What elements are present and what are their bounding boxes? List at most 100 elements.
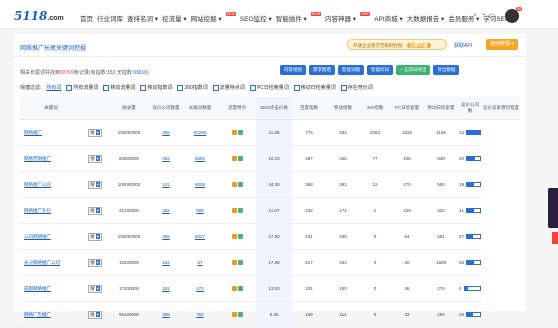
filter-option[interactable]: PC日检索量词 xyxy=(249,84,289,91)
action-button[interactable]: + 五四词导出 xyxy=(396,65,431,75)
checkbox-icon[interactable] xyxy=(140,84,147,91)
bid-company-link[interactable]: 385 xyxy=(150,119,182,146)
filter-option[interactable]: 存在竞价词 xyxy=(340,84,373,91)
engine-select[interactable]: 搜 ▾ xyxy=(88,206,102,215)
checkbox-icon[interactable] xyxy=(249,84,256,91)
column-header[interactable] xyxy=(82,97,108,120)
keyword-link[interactable]: 成都网络推广 xyxy=(20,275,82,302)
tutorial-button[interactable]: 使用教程 ▾ xyxy=(486,39,518,50)
action-button[interactable]: 智能问词 xyxy=(367,65,393,75)
mobile-index: 634 xyxy=(326,119,360,146)
engine-select[interactable]: 搜 ▾ xyxy=(88,310,102,319)
nav-item[interactable]: 内容神器 ▾NEW xyxy=(325,12,371,23)
column-header[interactable]: 长尾词数量 xyxy=(182,97,218,120)
longtail-count-link[interactable]: 6552 xyxy=(182,145,218,172)
engine-select[interactable]: 搜 ▾ xyxy=(88,232,102,241)
column-header[interactable]: 竞价公司数量 xyxy=(150,97,182,120)
traffic-tag-icon xyxy=(231,155,237,161)
index-360: 0 xyxy=(360,275,390,302)
keyword-link[interactable]: 网络广告推广 xyxy=(20,301,82,328)
side-floating-widget[interactable] xyxy=(548,188,558,228)
nav-item[interactable]: 首页 xyxy=(80,13,93,23)
column-header[interactable]: 竞价公司数 xyxy=(458,97,482,120)
bid-company-link[interactable]: 352 xyxy=(150,145,182,172)
column-header[interactable]: 360指数 xyxy=(360,97,390,120)
checkbox-icon[interactable] xyxy=(340,84,347,91)
sem-price: 11.68 xyxy=(256,119,292,146)
nav-item[interactable]: SEO监控 ▾ xyxy=(240,13,272,23)
hot-badge: NEW xyxy=(310,12,321,16)
site-logo[interactable]: 5118.com xyxy=(14,9,64,23)
get-api-link[interactable]: 获取API xyxy=(454,42,472,49)
keyword-link[interactable]: 网络推广公司 xyxy=(20,171,82,198)
filter-all-words[interactable]: 所有词 xyxy=(46,84,61,91)
bid-company-link[interactable]: 362 xyxy=(150,197,182,224)
index-360: 0 xyxy=(360,301,390,328)
filter-option[interactable]: 流量特点词 xyxy=(212,84,245,91)
nav-item[interactable]: 网站挖掘 ▾NEW xyxy=(191,12,236,23)
nav-item[interactable]: 智能插件 ▾NEW xyxy=(276,12,321,23)
filter-option[interactable]: 所有流量词 xyxy=(66,84,98,91)
keyword-link[interactable]: 网络推广外包 xyxy=(20,197,82,224)
longtail-count-link[interactable]: 93290 xyxy=(182,119,218,146)
filter-option[interactable]: 移动指数词 xyxy=(140,84,172,91)
checkbox-icon[interactable] xyxy=(66,84,73,91)
column-header[interactable]: 移动指数 xyxy=(326,97,360,120)
engine-select[interactable]: 搜 ▾ xyxy=(88,128,102,137)
nav-item[interactable]: 挖流量 ▾ xyxy=(162,13,187,23)
column-header[interactable]: PC日检索量 xyxy=(390,97,424,120)
keyword-link[interactable]: 长沙网络推广公司 xyxy=(20,249,82,276)
column-header[interactable]: 移动日检索量 xyxy=(424,97,458,120)
longtail-count-link[interactable]: 6008 xyxy=(182,171,218,198)
engine-select[interactable]: 搜 ▾ xyxy=(88,284,102,293)
nav-item[interactable]: 大数据报告 ▾ xyxy=(407,13,445,23)
history-icon[interactable]: ◔ xyxy=(481,12,485,20)
filter-option[interactable]: 移动日检索量词 xyxy=(293,84,336,91)
action-button[interactable]: 导出数据 xyxy=(433,65,460,75)
action-button[interactable]: 需求图谱 xyxy=(309,65,335,75)
bid-company-link[interactable]: 388 xyxy=(150,301,182,328)
nav-item[interactable]: 行业词库 xyxy=(97,13,123,23)
engine-select[interactable]: 搜 ▾ xyxy=(88,180,102,189)
keyword-link[interactable]: 公司网络推广 xyxy=(20,223,82,250)
competition-bar-fill xyxy=(467,235,474,238)
longtail-count-link[interactable]: 8027 xyxy=(182,223,218,250)
column-header[interactable]: 竞价竞争激烈程度 xyxy=(482,97,520,120)
bid-company-link[interactable]: 365 xyxy=(150,223,182,250)
index-360: 77 xyxy=(360,145,390,172)
upgrade-button[interactable]: 立即开通 xyxy=(406,43,431,48)
action-button[interactable]: 内容规划 xyxy=(280,65,306,75)
bid-company-link[interactable]: 162 xyxy=(150,275,182,302)
longtail-count-link[interactable]: 896 xyxy=(182,197,218,224)
engine-select[interactable]: 搜 ▾ xyxy=(88,154,102,163)
checkbox-icon[interactable] xyxy=(103,84,110,91)
nav-item[interactable]: API商城 ▾ xyxy=(374,13,403,23)
action-button[interactable]: 智能词图 xyxy=(338,65,364,75)
keyword-link[interactable]: 网络营销推广 xyxy=(20,145,82,172)
column-header[interactable]: 百度指数 xyxy=(292,97,326,120)
keyword-link[interactable]: 网络推广 xyxy=(20,119,82,146)
longtail-count-link[interactable]: 782 xyxy=(182,301,218,328)
traffic-tag-icon xyxy=(237,233,243,239)
filter-option[interactable]: 360指数词 xyxy=(177,84,208,91)
column-header[interactable]: 收录量 xyxy=(108,97,150,120)
column-header[interactable]: 关键词 xyxy=(20,97,82,120)
longtail-count-link[interactable]: 473 xyxy=(182,275,218,302)
engine-select[interactable]: 搜 ▾ xyxy=(88,258,102,267)
chevron-down-icon: ▾ xyxy=(95,285,100,291)
checkbox-icon[interactable] xyxy=(293,84,300,91)
search-icon[interactable]: ⌕ xyxy=(473,12,477,20)
bell-icon[interactable]: ◻ xyxy=(489,12,495,20)
traffic-tag-icon xyxy=(231,129,237,135)
column-header[interactable]: 流量特点 xyxy=(218,97,256,120)
longtail-count-link[interactable]: 67 xyxy=(182,249,218,276)
user-avatar[interactable] xyxy=(505,9,519,23)
bid-company-link[interactable]: 152 xyxy=(150,249,182,276)
filter-option[interactable]: 移动流量词 xyxy=(103,84,135,91)
bid-company-link[interactable]: 241 xyxy=(150,171,182,198)
checkbox-icon[interactable] xyxy=(177,84,184,91)
checkbox-icon[interactable] xyxy=(212,84,219,91)
nav-item[interactable]: 查排名词 ▾ xyxy=(127,13,158,23)
side-floating-tab[interactable] xyxy=(552,232,558,244)
column-header[interactable]: SEM点击价格 xyxy=(256,97,292,120)
